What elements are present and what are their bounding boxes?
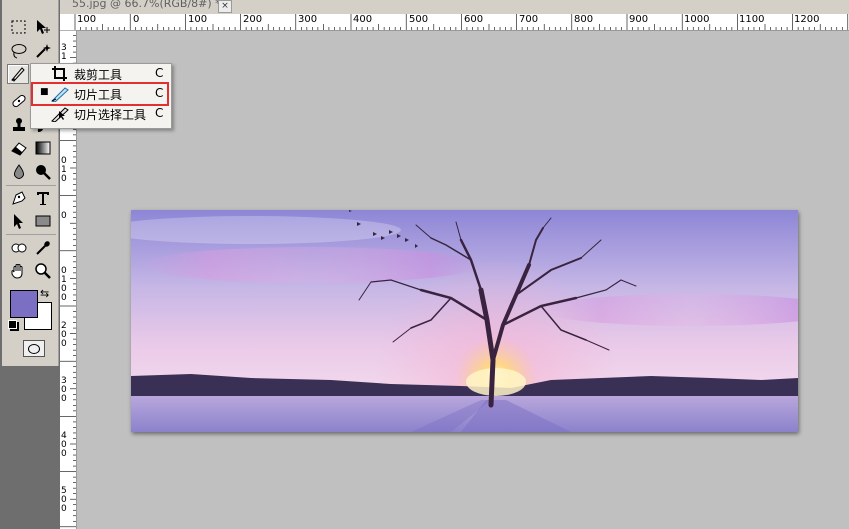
path-select-icon[interactable] (8, 211, 30, 231)
eyedropper-icon[interactable] (32, 238, 54, 258)
ruler-label: 400 (353, 14, 373, 25)
document-tab-title[interactable]: 55.jpg @ 66.7%(RGB/8#) * (72, 0, 221, 10)
move-icon[interactable] (32, 17, 54, 37)
menu-item-label: 裁剪工具 (74, 68, 123, 82)
dodge-icon[interactable] (32, 162, 54, 182)
document-tab-bar: 55.jpg @ 66.7%(RGB/8#) * × (60, 0, 849, 14)
ruler-label: 0 (133, 14, 140, 25)
healing-icon[interactable] (8, 91, 30, 111)
ruler-label: 0 (61, 394, 67, 404)
ruler-label: 800 (574, 14, 594, 25)
ruler-label: 0 (61, 339, 67, 349)
ruler-label: 0 (61, 174, 67, 184)
lasso-icon[interactable] (8, 41, 30, 61)
notes-icon[interactable] (8, 238, 30, 258)
quick-mask-icon[interactable] (23, 340, 45, 357)
menu-item-shortcut: C (155, 106, 164, 120)
ruler-label: 100 (77, 14, 97, 25)
menu-item-slice-select-tool[interactable]: 切片选择工具 C (31, 104, 171, 124)
ruler-label: 900 (629, 14, 649, 25)
menu-item-label: 切片选择工具 (74, 108, 147, 122)
slice-icon[interactable] (7, 64, 29, 84)
ruler-label: 100 (188, 14, 208, 25)
crop-icon (51, 66, 69, 82)
ruler-label: 500 (409, 14, 429, 25)
ruler-label: 0 (61, 211, 67, 221)
ruler-label: 1100 (739, 14, 765, 25)
swap-colors-icon[interactable]: ⇆ (40, 287, 49, 300)
close-document-icon[interactable]: × (218, 0, 232, 13)
tool-panel: ⇆ (2, 0, 59, 366)
horizontal-ruler-ticks (74, 14, 849, 30)
default-colors-icon[interactable] (8, 320, 17, 329)
stamp-icon[interactable] (8, 115, 30, 135)
ruler-label: 200 (243, 14, 263, 25)
pen-icon[interactable] (8, 188, 30, 208)
zoom-icon[interactable] (32, 261, 54, 281)
slice-select-icon (51, 106, 69, 123)
foreground-color-swatch[interactable] (10, 290, 38, 318)
toolbox-divider (6, 185, 56, 186)
ruler-label: 1 (61, 52, 67, 62)
marquee-icon[interactable] (8, 17, 30, 37)
blur-icon[interactable] (8, 162, 30, 182)
menu-item-shortcut: C (155, 66, 164, 80)
eraser-icon[interactable] (8, 138, 30, 158)
magic-wand-icon[interactable] (32, 41, 54, 61)
ruler-label: 1200 (794, 14, 820, 25)
ruler-label: 300 (298, 14, 318, 25)
toolbox-divider (6, 234, 56, 235)
ruler-label: 0 (61, 293, 67, 303)
type-icon[interactable] (32, 188, 54, 208)
winter-tree-photo (131, 210, 798, 432)
shape-icon[interactable] (32, 211, 54, 231)
document-image[interactable] (131, 210, 798, 432)
ruler-label: 700 (519, 14, 539, 25)
menu-item-crop-tool[interactable]: 裁剪工具 C (31, 64, 171, 84)
horizontal-ruler[interactable]: 100 0 100 200 300 400 500 600 700 800 90… (60, 14, 849, 31)
ruler-label: 1000 (684, 14, 710, 25)
ruler-label: 0 (61, 449, 67, 459)
annotation-highlight-box (31, 82, 169, 106)
ruler-label: 600 (464, 14, 484, 25)
gradient-icon[interactable] (32, 138, 54, 158)
hand-icon[interactable] (8, 261, 30, 281)
ruler-label: 0 (61, 504, 67, 514)
